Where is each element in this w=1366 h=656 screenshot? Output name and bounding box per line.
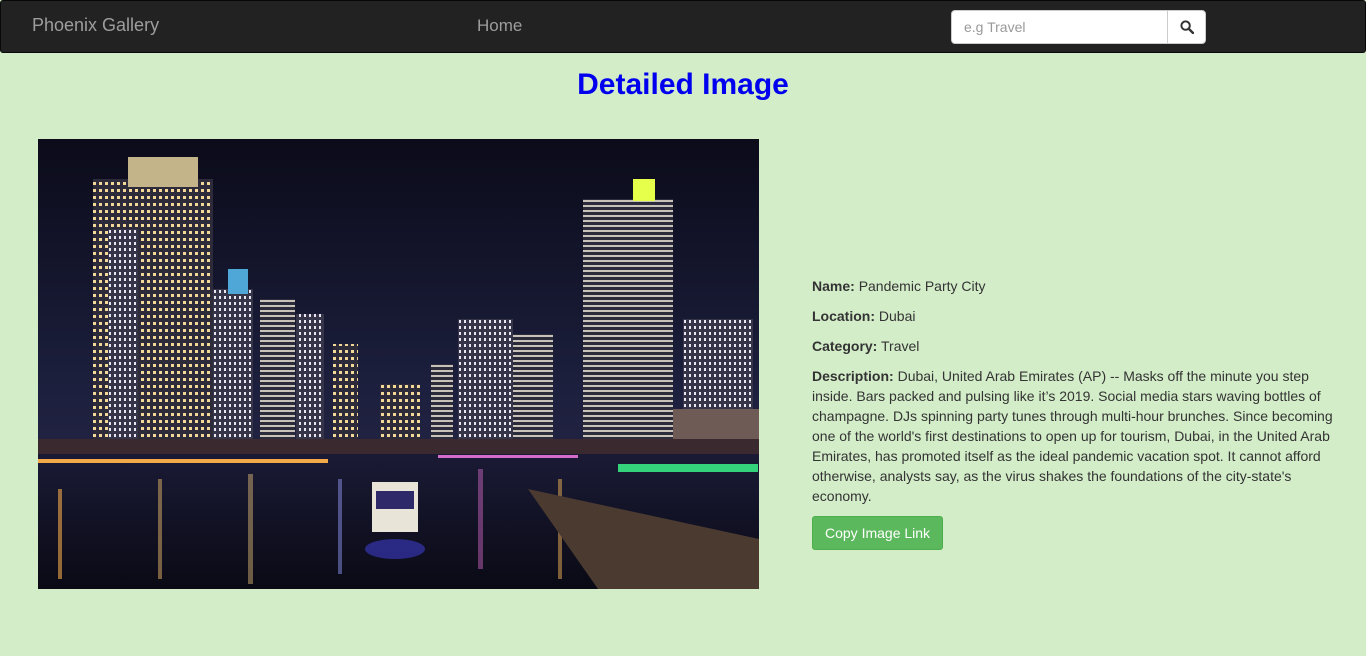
category-value: Travel: [881, 338, 920, 354]
nav-home-link[interactable]: Home: [477, 16, 522, 36]
location-label: Location:: [812, 308, 875, 324]
copy-image-link-button[interactable]: Copy Image Link: [812, 516, 944, 550]
search-button[interactable]: [1167, 10, 1206, 44]
search-icon: [1179, 20, 1194, 34]
search-input[interactable]: [951, 10, 1168, 44]
description-label: Description:: [812, 368, 894, 384]
image-details: Name: Pandemic Party City Location: Duba…: [812, 276, 1334, 550]
detail-location: Location: Dubai: [812, 306, 1334, 326]
brand-link[interactable]: Phoenix Gallery: [32, 15, 159, 36]
name-label: Name:: [812, 278, 855, 294]
location-value: Dubai: [878, 308, 916, 324]
page-title: Detailed Image: [577, 68, 789, 101]
navbar: Phoenix Gallery Home: [0, 0, 1366, 53]
detail-name: Name: Pandemic Party City: [812, 276, 1334, 296]
detail-category: Category: Travel: [812, 336, 1334, 356]
detail-image: [38, 139, 759, 589]
detail-description: Description: Dubai, United Arab Emirates…: [812, 366, 1334, 506]
category-label: Category:: [812, 338, 878, 354]
search-form: [951, 10, 1206, 44]
description-value: Dubai, United Arab Emirates (AP) -- Mask…: [812, 368, 1333, 504]
name-value: Pandemic Party City: [858, 278, 986, 294]
